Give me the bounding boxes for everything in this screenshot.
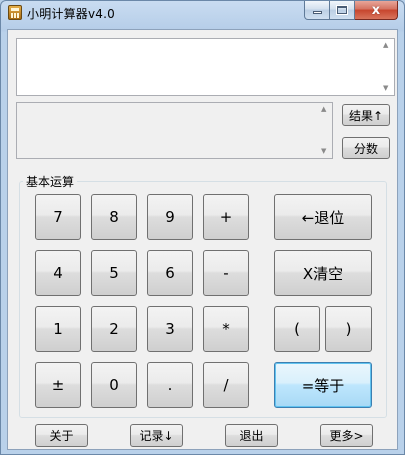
key-plus[interactable]: + <box>203 194 249 240</box>
basic-operations-label: 基本运算 <box>23 173 78 190</box>
window-title: 小明计算器v4.0 <box>27 7 115 21</box>
key-2[interactable]: 2 <box>91 306 137 352</box>
key-0[interactable]: 0 <box>91 362 137 408</box>
maximize-button[interactable] <box>330 1 355 20</box>
fraction-button[interactable]: 分数 <box>342 137 390 159</box>
calculator-window: 小明计算器v4.0 x ▲ ▼ ▲ ▼ 结果↑ 分数 基本运算 7 8 9 + … <box>0 0 405 455</box>
scroll-up-arrow-icon[interactable]: ▲ <box>321 106 326 113</box>
equals-button[interactable]: =等于 <box>274 362 372 408</box>
calculator-app-icon <box>8 5 22 20</box>
clear-button[interactable]: X清空 <box>274 250 372 296</box>
key-left-paren[interactable]: ( <box>274 306 320 352</box>
key-multiply[interactable]: * <box>203 306 249 352</box>
backspace-button[interactable]: ←退位 <box>274 194 372 240</box>
key-9[interactable]: 9 <box>147 194 193 240</box>
minimize-icon <box>312 11 322 14</box>
key-4[interactable]: 4 <box>35 250 81 296</box>
scroll-down-arrow-icon[interactable]: ▼ <box>321 148 326 155</box>
key-decimal[interactable]: . <box>147 362 193 408</box>
exit-button[interactable]: 退出 <box>225 424 278 447</box>
title-bar[interactable]: 小明计算器v4.0 x <box>1 1 404 25</box>
caption-buttons: x <box>304 1 398 20</box>
key-5[interactable]: 5 <box>91 250 137 296</box>
scroll-up-arrow-icon[interactable]: ▲ <box>383 42 388 49</box>
close-icon: x <box>371 2 381 18</box>
result-up-button[interactable]: 结果↑ <box>342 104 390 126</box>
minimize-button[interactable] <box>304 1 330 20</box>
record-button[interactable]: 记录↓ <box>130 424 183 447</box>
about-button[interactable]: 关于 <box>35 424 88 447</box>
key-plus-minus[interactable]: ± <box>35 362 81 408</box>
key-minus[interactable]: - <box>203 250 249 296</box>
key-8[interactable]: 8 <box>91 194 137 240</box>
more-button[interactable]: 更多> <box>320 424 373 447</box>
expression-input[interactable]: ▲ ▼ <box>16 38 395 96</box>
expression-scrollbar[interactable]: ▲ ▼ <box>380 39 394 95</box>
result-scrollbar[interactable]: ▲ ▼ <box>318 103 332 158</box>
key-1[interactable]: 1 <box>35 306 81 352</box>
key-7[interactable]: 7 <box>35 194 81 240</box>
key-divide[interactable]: / <box>203 362 249 408</box>
key-right-paren[interactable]: ) <box>325 306 372 352</box>
scroll-down-arrow-icon[interactable]: ▼ <box>383 85 388 92</box>
maximize-icon <box>336 5 348 15</box>
result-output[interactable]: ▲ ▼ <box>16 102 333 159</box>
key-6[interactable]: 6 <box>147 250 193 296</box>
client-area: ▲ ▼ ▲ ▼ 结果↑ 分数 基本运算 7 8 9 + ←退位 4 5 6 - … <box>7 29 398 450</box>
key-3[interactable]: 3 <box>147 306 193 352</box>
close-button[interactable]: x <box>355 1 398 20</box>
